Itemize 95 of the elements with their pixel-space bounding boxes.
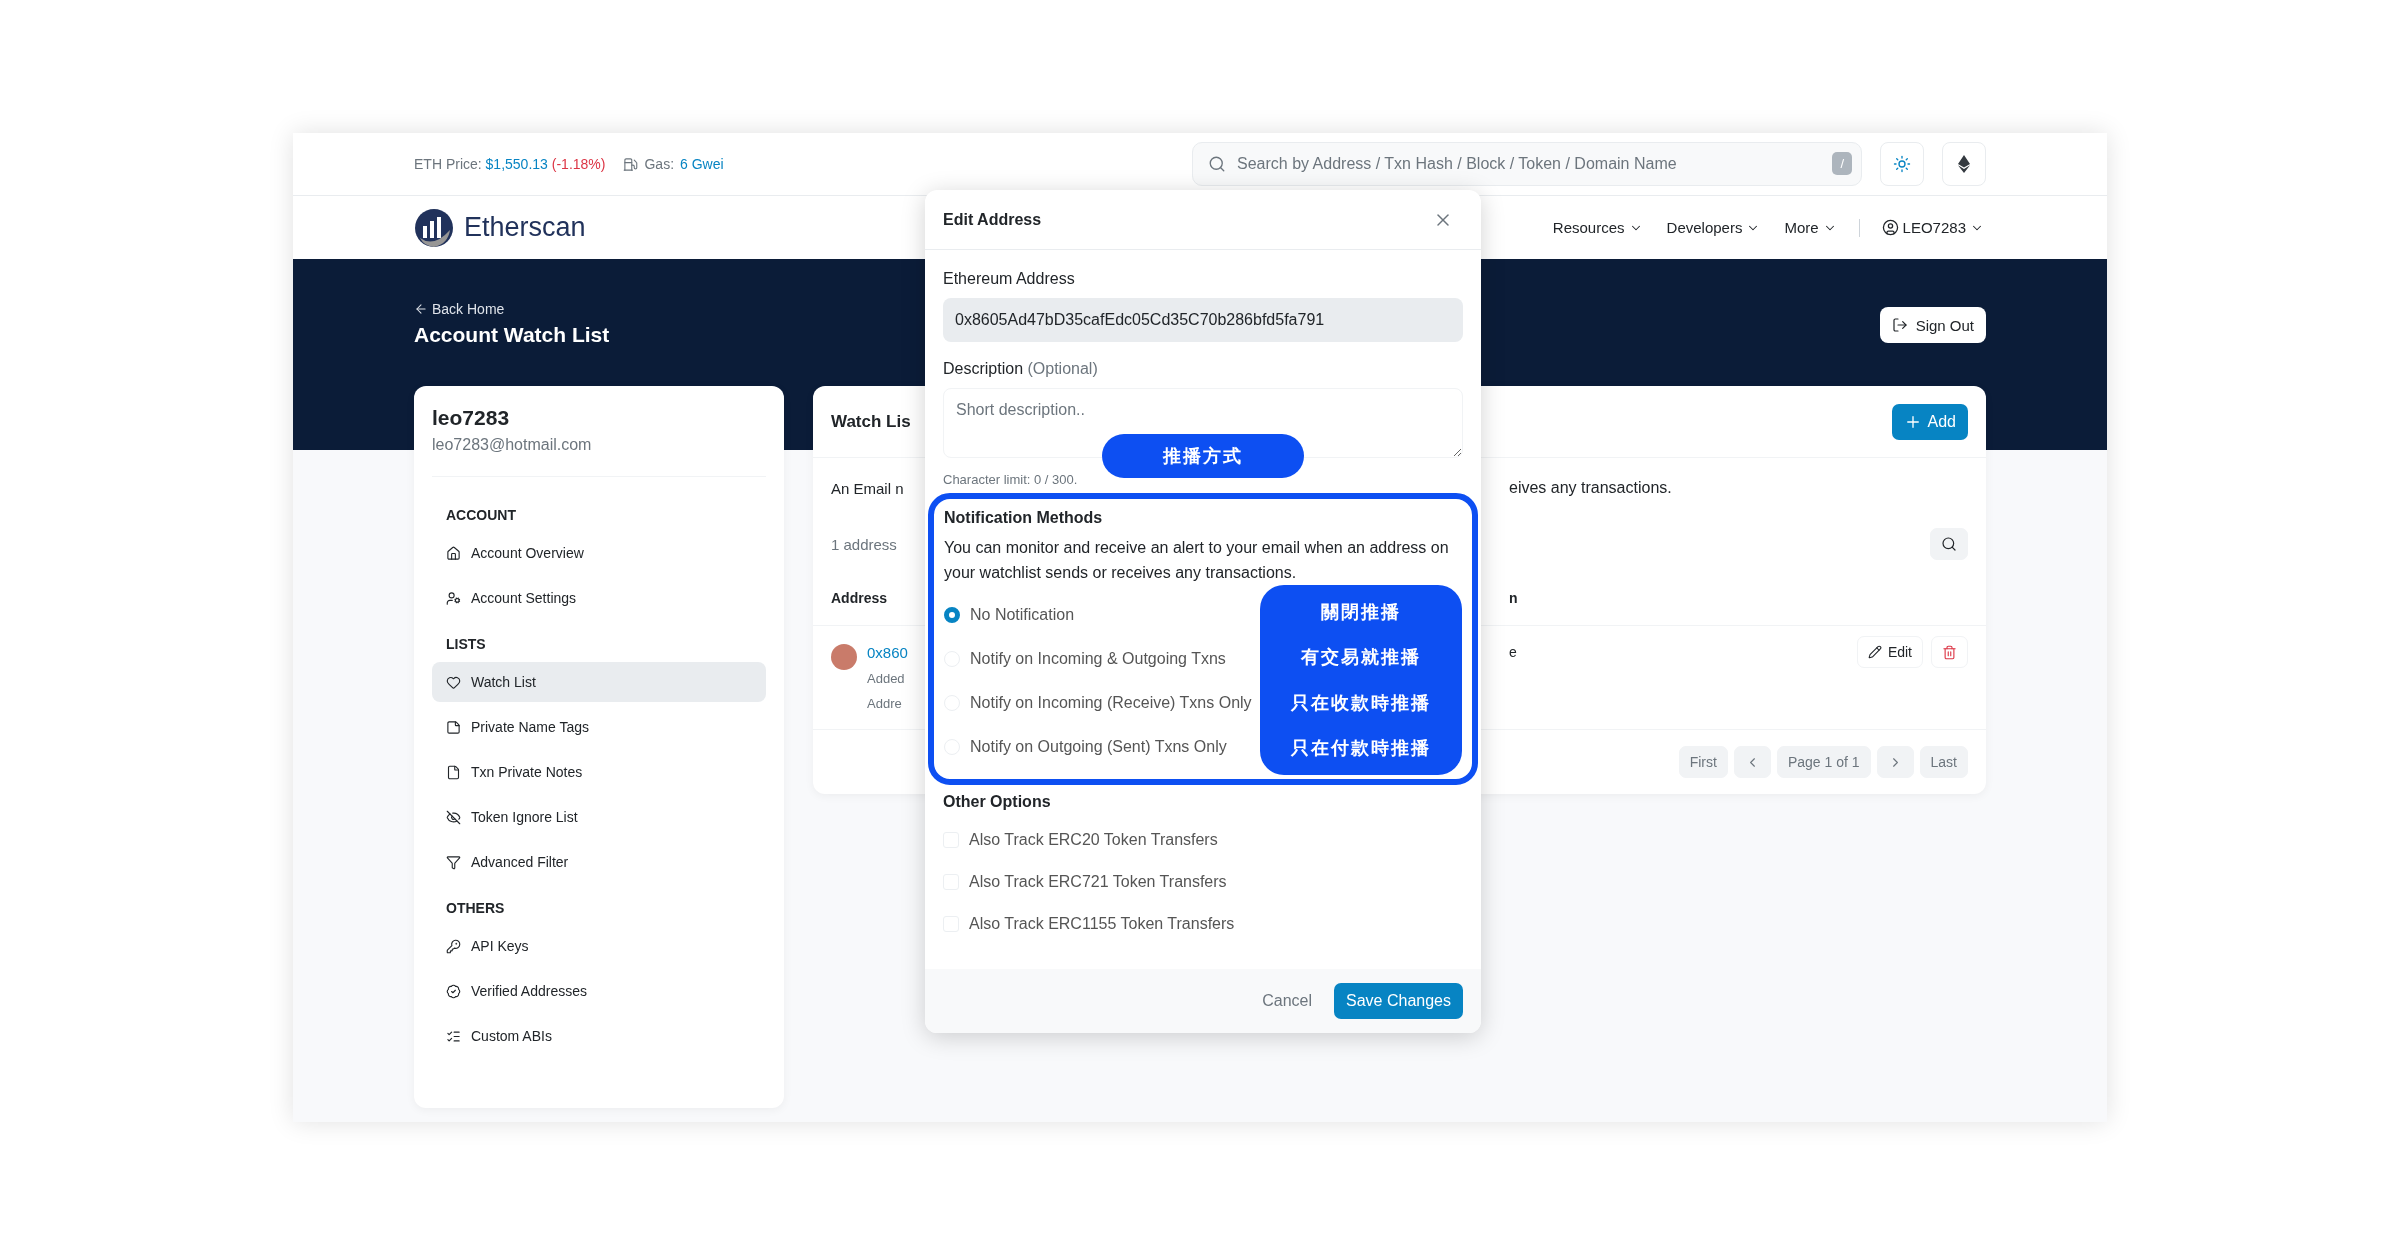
address-count: 1 address bbox=[831, 535, 898, 553]
pencil-icon bbox=[1867, 645, 1882, 659]
sidebar-item[interactable]: Verified Addresses bbox=[432, 971, 766, 1011]
annotation-text: 關閉推播 bbox=[1321, 600, 1401, 624]
radio-option[interactable]: No Notification bbox=[944, 593, 1075, 637]
character-limit: Character limit: 0 / 300. bbox=[943, 472, 1079, 487]
key-icon bbox=[446, 938, 461, 954]
logo-text: Etherscan bbox=[464, 212, 586, 243]
delete-button[interactable] bbox=[1931, 636, 1968, 668]
section-heading: OTHERS bbox=[445, 899, 506, 918]
checkbox-option[interactable]: Also Track ERC20 Token Transfers bbox=[943, 819, 1463, 861]
cancel-button[interactable]: Cancel bbox=[1256, 991, 1319, 1011]
heart-icon bbox=[446, 674, 461, 690]
gas-value: 6 Gwei bbox=[680, 156, 724, 172]
home-icon bbox=[446, 545, 461, 561]
radio-button[interactable] bbox=[944, 607, 960, 623]
sidebar-item[interactable]: Private Name Tags bbox=[432, 707, 766, 747]
eth-price: $1,550.13 bbox=[485, 156, 548, 172]
nav-menu-item[interactable]: Resources bbox=[1550, 219, 1645, 236]
address-link[interactable]: 0x860 bbox=[867, 644, 908, 661]
sidebar-item[interactable]: Watch List bbox=[432, 662, 766, 702]
eth-price-label: ETH Price: bbox=[414, 156, 482, 172]
gas-label: Gas: bbox=[644, 156, 675, 172]
trash-icon bbox=[1942, 644, 1957, 660]
user-gear-icon bbox=[446, 590, 461, 606]
previous-page-button[interactable] bbox=[1733, 746, 1771, 778]
sidebar-item[interactable]: Account Overview bbox=[432, 533, 766, 573]
column-header: Address bbox=[831, 589, 889, 606]
shortcut-key: / bbox=[1832, 152, 1852, 175]
fuel-pump-icon bbox=[623, 156, 639, 172]
sidebar-item[interactable]: API Keys bbox=[432, 926, 766, 966]
first-page-button[interactable]: First bbox=[1678, 746, 1728, 778]
table-cell-text: Added bbox=[867, 671, 906, 686]
diamond-icon bbox=[1958, 155, 1970, 173]
annotation-tooltip: 推播方式 bbox=[1102, 434, 1304, 478]
checkbox-option[interactable]: Also Track ERC721 Token Transfers bbox=[943, 861, 1463, 903]
nav-menu-item[interactable]: Developers bbox=[1664, 219, 1763, 236]
page-indicator: Page 1 of 1 bbox=[1776, 746, 1871, 778]
user-email: leo7283@hotmail.com bbox=[432, 436, 766, 477]
dialog-title: Edit Address bbox=[943, 210, 1042, 229]
add-button[interactable]: Add bbox=[1891, 403, 1968, 440]
address-field[interactable]: 0x8605Ad47bD35cafEdc05Cd35C70b286bfd5fa791 bbox=[943, 298, 1463, 342]
search-button[interactable] bbox=[1930, 528, 1968, 560]
annotation-text: 有交易就推播 bbox=[1301, 646, 1421, 670]
annotation-text: 只在付款時推播 bbox=[1291, 737, 1431, 761]
search-icon bbox=[1208, 155, 1226, 173]
field-label: Description bbox=[943, 360, 1024, 377]
intro-text: eives any transactions. bbox=[1509, 479, 1672, 497]
table-cell: e bbox=[1509, 644, 1517, 660]
username: leo7283 bbox=[432, 406, 511, 430]
edit-button[interactable]: Edit bbox=[1856, 636, 1923, 668]
sidebar-item[interactable]: Token Ignore List bbox=[432, 797, 766, 837]
network-button[interactable] bbox=[1942, 142, 1986, 186]
filter-icon bbox=[446, 854, 461, 870]
eth-price-change: (-1.18%) bbox=[551, 156, 606, 172]
theme-button[interactable] bbox=[1880, 142, 1924, 186]
annotation-text: 只在收款時推播 bbox=[1291, 691, 1431, 715]
note-icon bbox=[446, 719, 461, 735]
sidebar-item[interactable]: Advanced Filter bbox=[432, 842, 766, 882]
intro-text: An Email n bbox=[831, 479, 905, 497]
radio-option[interactable]: Notify on Incoming & Outgoing Txns bbox=[944, 637, 1226, 681]
sidebar-item[interactable]: Account Settings bbox=[432, 578, 766, 618]
nav-menu-item[interactable]: More bbox=[1782, 219, 1839, 236]
sidebar-item[interactable]: Custom ABIs bbox=[432, 1016, 766, 1056]
last-page-button[interactable]: Last bbox=[1919, 746, 1968, 778]
user-icon bbox=[1881, 219, 1899, 236]
section-heading: Other Options bbox=[943, 793, 1052, 811]
optional-hint: (Optional) bbox=[1027, 360, 1098, 377]
card-title: Watch Lis bbox=[831, 411, 912, 432]
list-icon bbox=[446, 1028, 461, 1044]
eye-off-icon bbox=[446, 809, 461, 825]
search-icon bbox=[1941, 536, 1957, 552]
radio-option[interactable]: Notify on Outgoing (Sent) Txns Only bbox=[944, 725, 1227, 769]
back-link[interactable]: Back Home bbox=[414, 301, 610, 317]
section-heading: ACCOUNT bbox=[445, 506, 517, 525]
section-description: You can monitor and receive an alert to your email when an address on your watchlist sends or receives any transactions. bbox=[944, 538, 1450, 583]
logo-icon bbox=[414, 207, 454, 248]
section-heading: LISTS bbox=[445, 635, 487, 654]
badge-check-icon bbox=[446, 983, 461, 999]
table-cell-text: Addre bbox=[867, 696, 903, 711]
checkbox-option[interactable]: Also Track ERC1155 Token Transfers bbox=[943, 903, 1463, 945]
sign-out-button[interactable]: Sign Out bbox=[1879, 307, 1986, 343]
next-page-button[interactable] bbox=[1876, 746, 1914, 778]
sidebar-item[interactable]: Txn Private Notes bbox=[432, 752, 766, 792]
file-icon bbox=[446, 764, 461, 780]
field-label: Ethereum Address bbox=[943, 270, 1076, 288]
page-title: Account Watch List bbox=[414, 323, 610, 347]
section-heading: Notification Methods bbox=[944, 509, 1104, 527]
sun-icon bbox=[1893, 155, 1911, 173]
save-button[interactable]: Save Changes bbox=[1334, 983, 1463, 1019]
sign-out-icon bbox=[1891, 317, 1908, 333]
radio-option[interactable]: Notify on Incoming (Receive) Txns Only bbox=[944, 681, 1252, 725]
avatar bbox=[831, 644, 857, 670]
user-menu[interactable]: LEO7283 bbox=[1879, 219, 1986, 236]
column-header: n bbox=[1509, 589, 1518, 606]
